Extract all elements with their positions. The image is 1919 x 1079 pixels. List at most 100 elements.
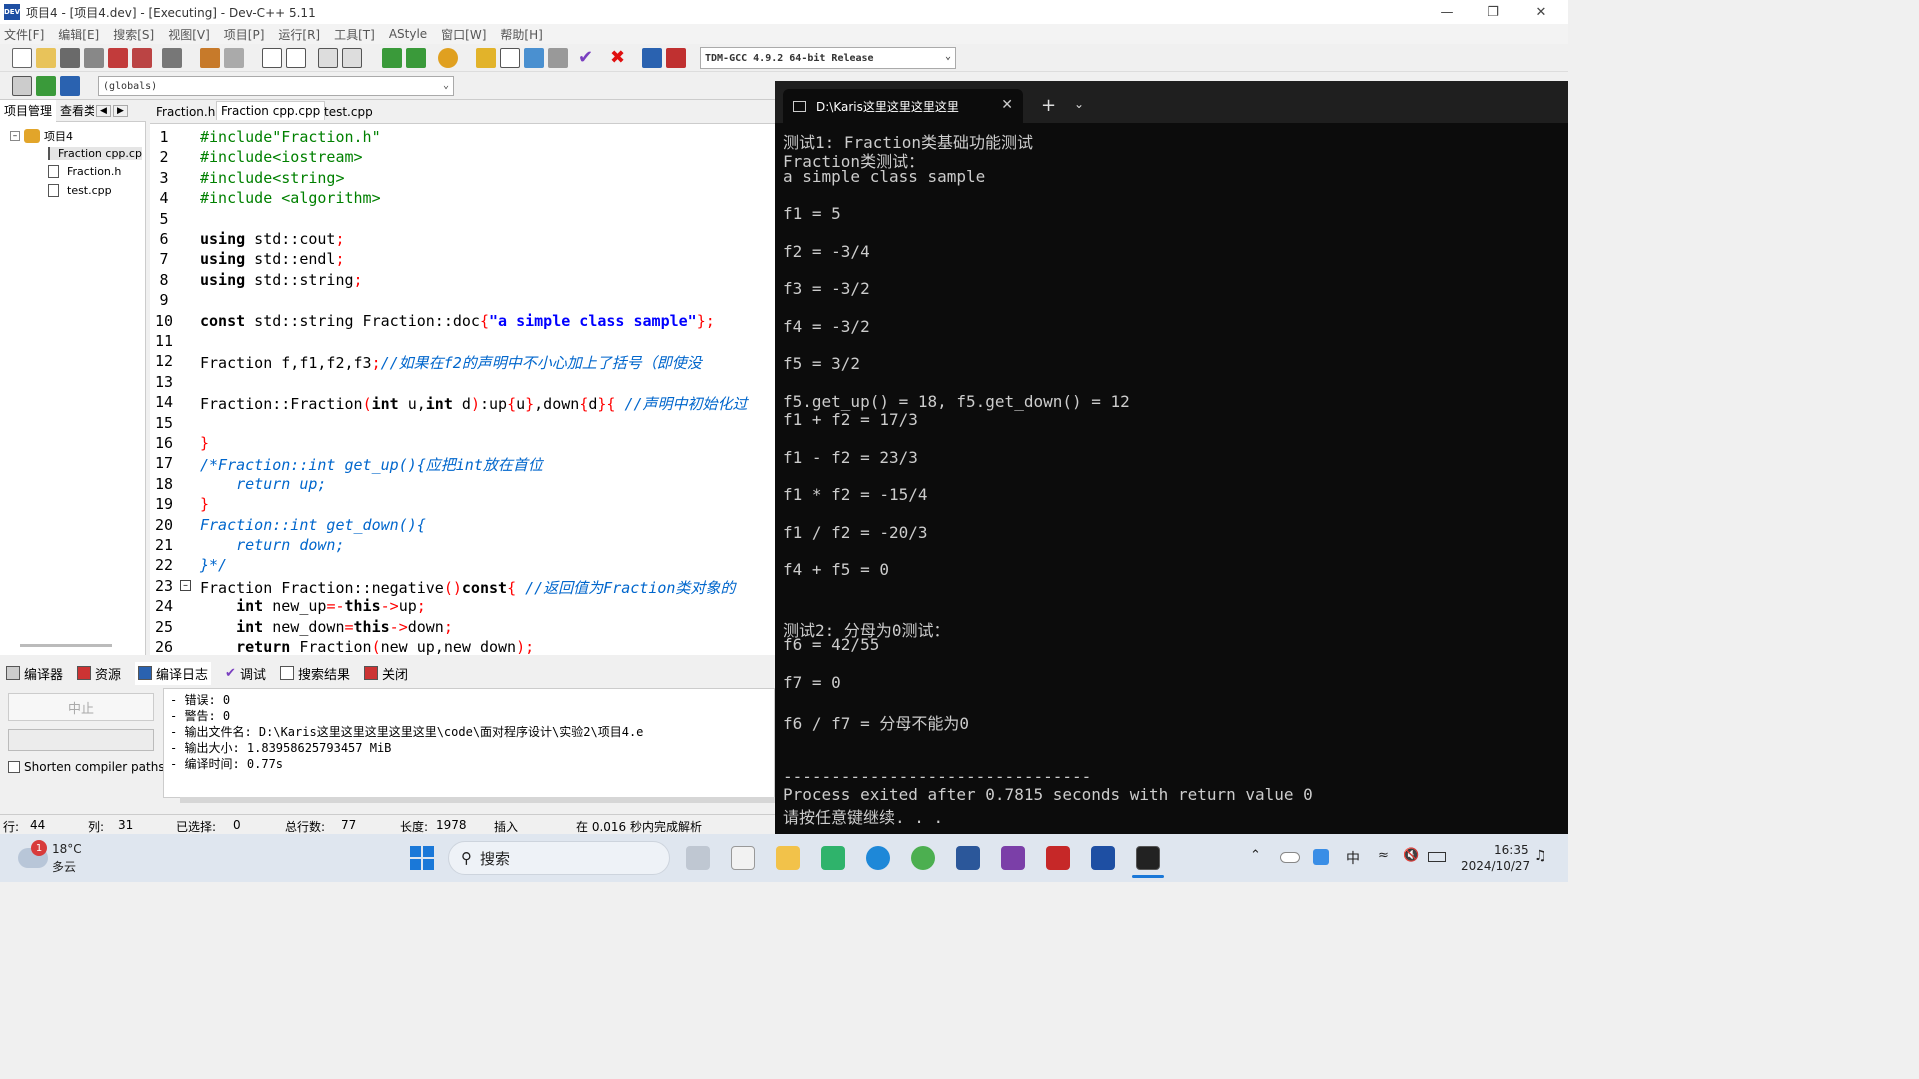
chevron-left-icon[interactable]: ◀	[96, 104, 111, 117]
menu-run[interactable]: 运行[R]	[278, 26, 320, 43]
save-all-icon[interactable]	[84, 48, 104, 68]
menu-file[interactable]: 文件[F]	[4, 26, 44, 43]
code-line: Fraction::Fraction(int u,int d):up{u},do…	[200, 395, 748, 414]
menu-project[interactable]: 项目[P]	[224, 26, 265, 43]
abort-button[interactable]: 中止	[8, 693, 154, 721]
close-window-button[interactable]: ✕	[1518, 0, 1564, 24]
indent-icon[interactable]	[318, 48, 338, 68]
minimize-button[interactable]: —	[1424, 0, 1470, 24]
rebuild-icon[interactable]	[548, 48, 568, 68]
menu-edit[interactable]: 编辑[E]	[58, 26, 99, 43]
tab-fraction-h[interactable]: Fraction.h	[152, 103, 219, 121]
tab-class-browser[interactable]: 查看类	[56, 102, 94, 119]
tab-fraction-cpp[interactable]: Fraction cpp.cpp	[216, 101, 326, 120]
menu-search[interactable]: 搜索[S]	[113, 26, 154, 43]
tree-project-node[interactable]: – 项目4	[10, 128, 73, 144]
menu-help[interactable]: 帮助[H]	[500, 26, 542, 43]
shorten-paths-option[interactable]: Shorten compiler paths	[8, 760, 165, 774]
line-number: 24	[154, 597, 174, 616]
tab-resources[interactable]: 资源	[77, 664, 121, 683]
tab-close[interactable]: 关闭	[363, 664, 408, 683]
goto-icon[interactable]	[36, 76, 56, 96]
tree-file-item[interactable]: test.cpp	[48, 184, 112, 197]
add-to-project-icon[interactable]	[382, 48, 402, 68]
terminal-line: f5 = 3/2	[783, 354, 861, 373]
menu-tools[interactable]: 工具[T]	[334, 26, 375, 43]
tab-compiler[interactable]: 编译器	[6, 664, 63, 683]
store-icon[interactable]	[731, 846, 755, 870]
undo-icon[interactable]	[200, 48, 220, 68]
close-all-icon[interactable]	[132, 48, 152, 68]
terminal-taskbar-icon[interactable]	[1136, 846, 1160, 870]
onenote-icon[interactable]	[1001, 846, 1025, 870]
compiler-select[interactable]: TDM-GCC 4.9.2 64-bit Release ⌄	[700, 47, 956, 69]
print-icon[interactable]	[162, 48, 182, 68]
run-icon[interactable]	[500, 48, 520, 68]
tab-project-manager[interactable]: 项目管理	[0, 99, 57, 122]
battery-icon[interactable]	[1428, 852, 1446, 862]
horizontal-scrollbar[interactable]	[20, 644, 112, 647]
restore-button[interactable]: ❐	[1470, 0, 1516, 24]
chevron-up-icon[interactable]: ⌃	[1250, 848, 1261, 863]
redo-icon[interactable]	[224, 48, 244, 68]
menu-window[interactable]: 窗口[W]	[441, 26, 486, 43]
edge-icon[interactable]	[866, 846, 890, 870]
word-icon[interactable]	[956, 846, 980, 870]
notification-bell-icon[interactable]: ♫	[1534, 848, 1547, 864]
ime-indicator[interactable]: 中	[1346, 848, 1360, 868]
file-explorer-icon[interactable]	[776, 846, 800, 870]
bookmark-icon[interactable]	[60, 76, 80, 96]
compile-log[interactable]: - 错误: 0 - 警告: 0 - 输出文件名: D:\Karis这里这里这里这…	[163, 688, 775, 798]
unindent-icon[interactable]	[342, 48, 362, 68]
remove-from-project-icon[interactable]	[406, 48, 426, 68]
volume-muted-icon[interactable]: 🔇	[1403, 848, 1419, 863]
profile-icon[interactable]	[642, 48, 662, 68]
check-syntax-icon[interactable]: ✔	[578, 48, 598, 68]
project-options-icon[interactable]	[438, 48, 458, 68]
new-file-icon[interactable]	[12, 48, 32, 68]
windows-start-icon[interactable]	[410, 846, 434, 870]
app-icon[interactable]	[821, 846, 845, 870]
app-tray-icon[interactable]	[1313, 849, 1329, 865]
tab-search-results[interactable]: 搜索结果	[279, 664, 350, 683]
tree-file-item[interactable]: Fraction.h	[48, 165, 121, 178]
tree-file-item[interactable]: Fraction cpp.cpp	[48, 147, 142, 160]
clock-time[interactable]: 16:35	[1494, 843, 1529, 857]
wifi-icon[interactable]: ≈	[1378, 848, 1389, 863]
chevron-down-icon[interactable]: ⌄	[1074, 97, 1084, 111]
tab-test-cpp[interactable]: test.cpp	[320, 103, 377, 121]
code-editor[interactable]: 1 2 3 4 5 6 7 8 9 10 11 12 13 14 15 16 17 18 19 20 21 22 23 24 2…	[150, 124, 775, 655]
line-number: 6	[159, 230, 169, 248]
menu-astyle[interactable]: AStyle	[389, 27, 427, 41]
find-icon[interactable]	[262, 48, 282, 68]
close-icon[interactable]: ✕	[1001, 97, 1013, 113]
task-view-icon[interactable]	[686, 846, 710, 870]
save-icon[interactable]	[60, 48, 80, 68]
weather-temp[interactable]: 18°C	[52, 842, 82, 856]
onedrive-icon[interactable]	[1280, 852, 1300, 863]
terminal-tab[interactable]: D:\Karis这里这里这里这里 ✕	[783, 89, 1023, 123]
editor-tabs: Fraction.h Fraction cpp.cpp test.cpp	[150, 100, 775, 124]
log-scrollbar[interactable]	[180, 797, 775, 803]
delete-profile-icon[interactable]	[666, 48, 686, 68]
fold-icon[interactable]: –	[180, 580, 191, 591]
new-tab-plus-icon[interactable]: +	[1041, 95, 1056, 116]
tab-compile-log[interactable]: 编译日志	[135, 661, 212, 685]
replace-icon[interactable]	[286, 48, 306, 68]
taskbar-search[interactable]: ⚲ 搜索	[448, 841, 670, 875]
compile-icon[interactable]	[476, 48, 496, 68]
scope-select[interactable]: (globals) ⌄	[98, 76, 454, 96]
stop-execution-icon[interactable]: ✖	[610, 48, 630, 68]
compile-run-icon[interactable]	[524, 48, 544, 68]
shorten-paths-checkbox[interactable]	[8, 761, 20, 773]
dev-cpp-taskbar-icon[interactable]	[1046, 846, 1070, 870]
tab-debug[interactable]: ✔ 调试	[225, 664, 266, 683]
close-file-icon[interactable]	[108, 48, 128, 68]
menu-view[interactable]: 视图[V]	[168, 26, 210, 43]
collapse-icon[interactable]: –	[10, 131, 20, 141]
open-file-icon[interactable]	[36, 48, 56, 68]
insert-icon[interactable]	[12, 76, 32, 96]
app-icon[interactable]	[911, 846, 935, 870]
dev-cpp-taskbar-icon[interactable]	[1091, 846, 1115, 870]
chevron-right-icon[interactable]: ▶	[112, 104, 128, 117]
